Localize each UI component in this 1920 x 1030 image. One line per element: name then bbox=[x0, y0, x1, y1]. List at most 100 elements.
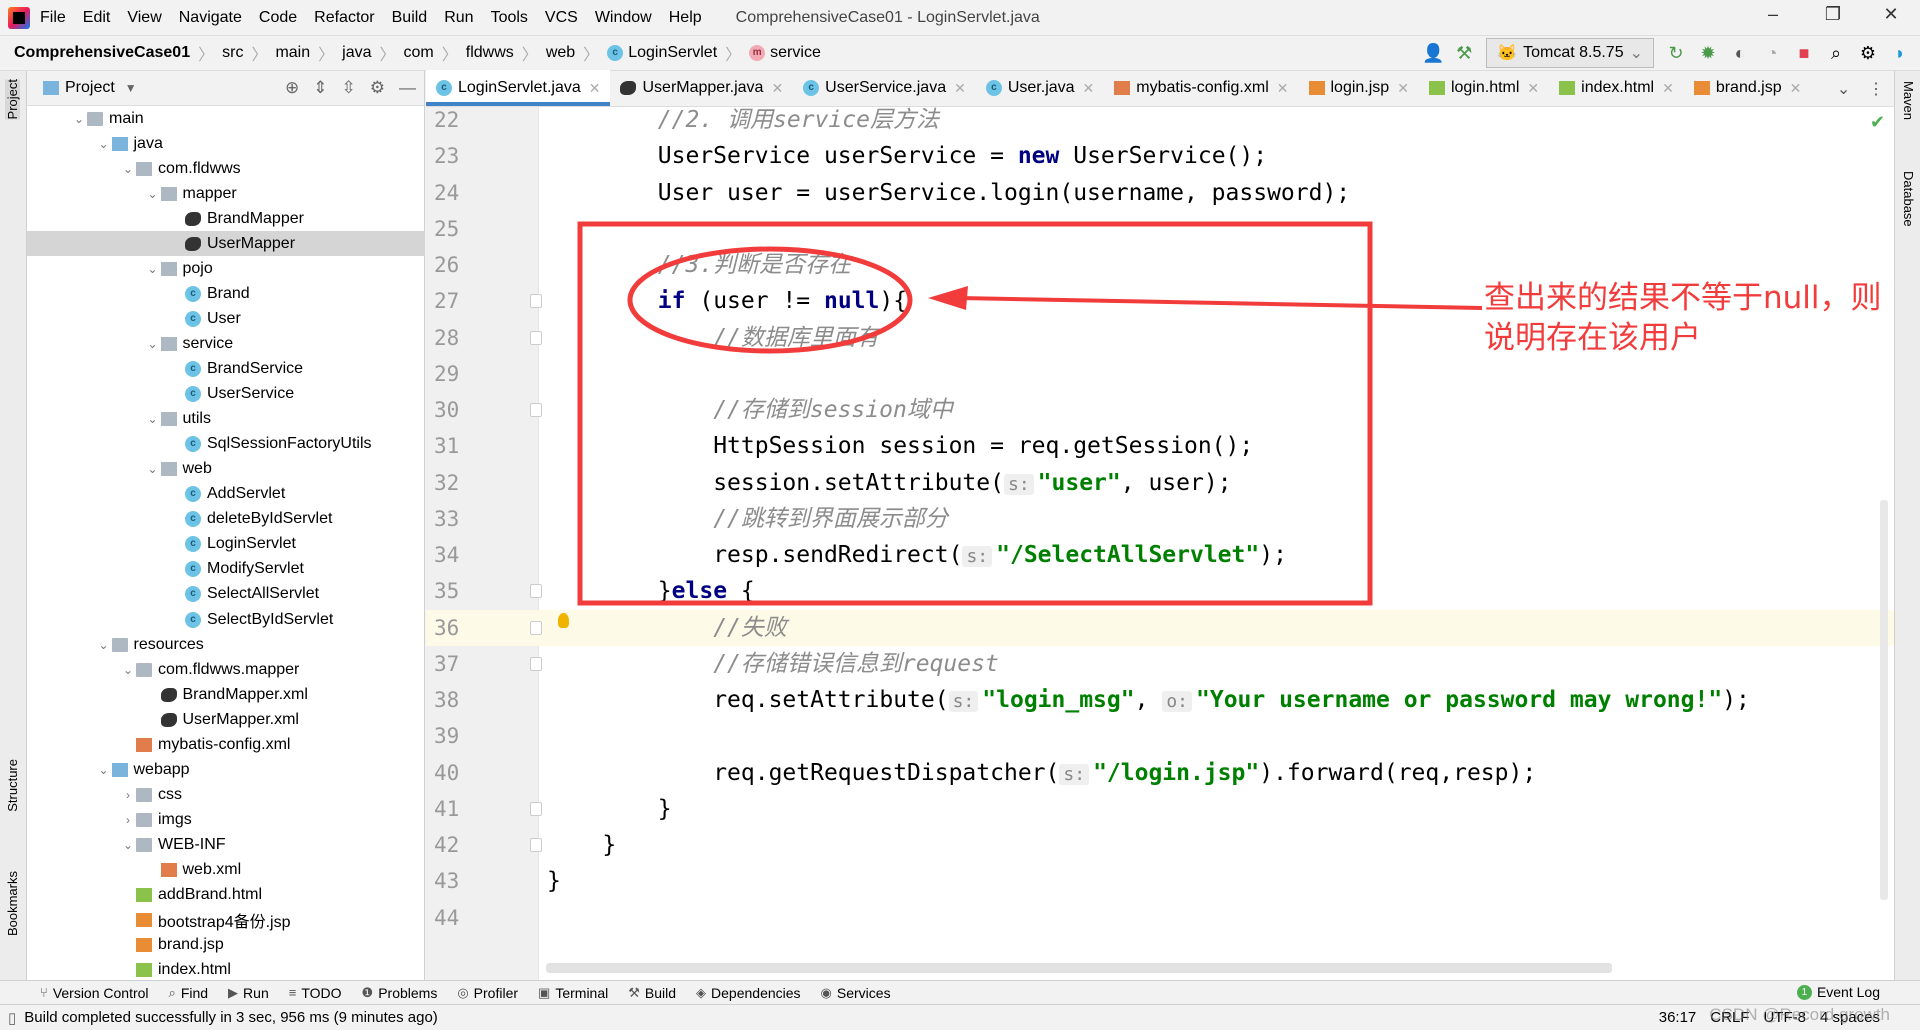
toolwindow-find[interactable]: ⌕ Find bbox=[169, 985, 209, 1001]
tree-item[interactable]: ⌄ com.fldwws.mapper bbox=[27, 657, 425, 682]
gear-icon[interactable]: ⚙ bbox=[370, 78, 385, 98]
tab-userservice-java[interactable]: c UserService.java ✕ bbox=[793, 70, 976, 106]
tree-item[interactable]: ⌄ pojo bbox=[27, 256, 425, 281]
hide-icon[interactable]: — bbox=[399, 78, 416, 98]
tree-item[interactable]: UserMapper bbox=[27, 231, 425, 257]
tree-item[interactable]: c LoginServlet bbox=[27, 532, 425, 557]
tree-item[interactable]: web.xml bbox=[27, 858, 425, 883]
code-line[interactable]: req.setAttribute(s: "login_msg", o: "Your … bbox=[713, 682, 1750, 718]
tree-item[interactable]: ⌄ mapper bbox=[27, 181, 425, 206]
rerun-icon[interactable]: ↻ bbox=[1666, 43, 1686, 64]
code-line[interactable]: //失败 bbox=[713, 610, 787, 646]
chevron-down-icon[interactable]: ⌄ bbox=[96, 638, 112, 652]
tree-item[interactable]: index.html bbox=[27, 958, 425, 983]
tree-item[interactable]: ⌄ main bbox=[27, 106, 425, 131]
chevron-down-icon[interactable]: ▼ bbox=[125, 81, 137, 95]
chevron-down-icon[interactable]: ⌄ bbox=[120, 663, 136, 677]
code-line[interactable]: session.setAttribute(s: "user", user); bbox=[713, 465, 1231, 501]
chevron-right-icon[interactable]: › bbox=[120, 788, 136, 802]
code-line[interactable]: //2. 调用service层方法 bbox=[658, 102, 939, 138]
chevron-down-icon[interactable]: ⌄ bbox=[145, 412, 161, 426]
collapse-all-icon[interactable]: ⇳ bbox=[342, 78, 356, 98]
tab-index-html[interactable]: index.html ✕ bbox=[1549, 70, 1684, 106]
tab-login-html[interactable]: login.html ✕ bbox=[1419, 70, 1549, 106]
restore-button[interactable]: ❐ bbox=[1818, 4, 1848, 25]
tabs-dropdown-icon[interactable]: ⌄ ⋮ bbox=[1837, 79, 1884, 99]
debug-icon[interactable]: ✹ bbox=[1698, 43, 1718, 64]
tree-item[interactable]: c SelectAllServlet bbox=[27, 582, 425, 607]
chevron-down-icon[interactable]: ⌄ bbox=[145, 337, 161, 351]
menu-navigate[interactable]: Navigate bbox=[179, 9, 242, 27]
close-tab-icon[interactable]: ✕ bbox=[589, 80, 601, 97]
tree-item[interactable]: ⌄ service bbox=[27, 331, 425, 356]
tree-item[interactable]: brand.jsp bbox=[27, 933, 425, 958]
tree-item[interactable]: c SelectByIdServlet bbox=[27, 607, 425, 632]
tree-item[interactable]: ⌄ com.fldwws bbox=[27, 156, 425, 181]
code-line[interactable]: //跳转到界面展示部分 bbox=[713, 501, 948, 537]
toolwindow-terminal[interactable]: ▣ Terminal bbox=[538, 985, 608, 1001]
chevron-down-icon[interactable]: ⌄ bbox=[71, 112, 87, 126]
close-tab-icon[interactable]: ✕ bbox=[1790, 80, 1802, 97]
toolwindow-todo[interactable]: ≡ TODO bbox=[289, 985, 342, 1001]
tab-login-jsp[interactable]: login.jsp ✕ bbox=[1299, 70, 1419, 106]
code-line[interactable]: User user = userService.login(username, … bbox=[658, 175, 1350, 211]
toolwindow-run[interactable]: ▶ Run bbox=[228, 985, 269, 1001]
tree-item[interactable]: c AddServlet bbox=[27, 482, 425, 507]
menu-code[interactable]: Code bbox=[259, 9, 297, 27]
tab-mybatis-config-xml[interactable]: mybatis-config.xml ✕ bbox=[1104, 70, 1298, 106]
expand-all-icon[interactable]: ⇕ bbox=[313, 78, 327, 98]
tree-item[interactable]: UserMapper.xml bbox=[27, 707, 425, 732]
close-tab-icon[interactable]: ✕ bbox=[1662, 80, 1674, 97]
code-line[interactable]: HttpSession session = req.getSession(); bbox=[713, 428, 1253, 464]
fold-marker-icon[interactable] bbox=[530, 620, 542, 635]
fold-marker-icon[interactable] bbox=[530, 801, 542, 816]
stripe-maven[interactable]: Maven bbox=[1901, 81, 1916, 120]
caret-position[interactable]: 36:17 bbox=[1659, 1009, 1697, 1026]
fold-marker-icon[interactable] bbox=[530, 403, 542, 417]
code-line[interactable]: //存储到session域中 bbox=[713, 392, 953, 428]
breadcrumb-item[interactable]: 〉 com bbox=[372, 41, 434, 65]
status-window-icon[interactable]: ▯ bbox=[8, 1009, 16, 1027]
code-line[interactable]: //存储错误信息到request bbox=[713, 646, 999, 682]
profile-icon[interactable]: ◔ bbox=[1762, 43, 1782, 64]
close-tab-icon[interactable]: ✕ bbox=[1527, 80, 1539, 97]
tree-item[interactable]: ⌄ WEB-INF bbox=[27, 832, 425, 857]
breadcrumb-project[interactable]: ComprehensiveCase01 bbox=[14, 44, 190, 62]
code-line[interactable]: //3.判断是否存在 bbox=[658, 247, 851, 283]
close-tab-icon[interactable]: ✕ bbox=[1397, 80, 1409, 97]
code-line[interactable]: } bbox=[602, 827, 616, 863]
tree-item[interactable]: › css bbox=[27, 782, 425, 807]
fold-marker-icon[interactable] bbox=[530, 294, 542, 309]
code-line[interactable]: } bbox=[658, 791, 672, 827]
close-tab-icon[interactable]: ✕ bbox=[1083, 80, 1095, 97]
tab-brand-jsp[interactable]: brand.jsp ✕ bbox=[1684, 70, 1812, 106]
inspection-ok-icon[interactable]: ✔ bbox=[1870, 112, 1885, 133]
breadcrumb-item[interactable]: 〉 java bbox=[310, 41, 371, 65]
fold-marker-icon[interactable] bbox=[530, 584, 542, 599]
toolwindow-problems[interactable]: ❶ Problems bbox=[362, 985, 438, 1001]
code-line[interactable]: } bbox=[547, 863, 561, 899]
fold-marker-icon[interactable] bbox=[530, 838, 542, 852]
menu-build[interactable]: Build bbox=[392, 9, 428, 27]
chevron-down-icon[interactable]: ⌄ bbox=[120, 838, 136, 852]
stripe-structure[interactable]: Structure bbox=[5, 759, 20, 812]
tree-item[interactable]: c Brand bbox=[27, 281, 425, 306]
lightbulb-icon[interactable] bbox=[558, 613, 569, 628]
fold-marker-icon[interactable] bbox=[530, 330, 542, 345]
menu-help[interactable]: Help bbox=[669, 9, 702, 27]
close-tab-icon[interactable]: ✕ bbox=[771, 80, 783, 97]
menu-vcs[interactable]: VCS bbox=[545, 9, 578, 27]
locate-icon[interactable]: ⊕ bbox=[285, 78, 299, 98]
menu-tools[interactable]: Tools bbox=[491, 9, 528, 27]
search-icon[interactable]: ⌕ bbox=[1826, 43, 1846, 64]
menu-run[interactable]: Run bbox=[444, 9, 473, 27]
stripe-project[interactable]: Project bbox=[5, 79, 20, 120]
tree-item[interactable]: ⌄ web bbox=[27, 457, 425, 482]
tree-item[interactable]: › imgs bbox=[27, 807, 425, 832]
stripe-database[interactable]: Database bbox=[1901, 171, 1916, 227]
code-line[interactable]: }else { bbox=[658, 573, 755, 609]
code-with-me-icon[interactable]: ◗ bbox=[1890, 43, 1910, 64]
toolwindow-services[interactable]: ◉ Services bbox=[821, 985, 891, 1001]
build-hammer-icon[interactable]: ⚒ bbox=[1454, 43, 1474, 64]
code-line[interactable]: resp.sendRedirect(s: "/SelectAllServlet")… bbox=[713, 537, 1287, 573]
